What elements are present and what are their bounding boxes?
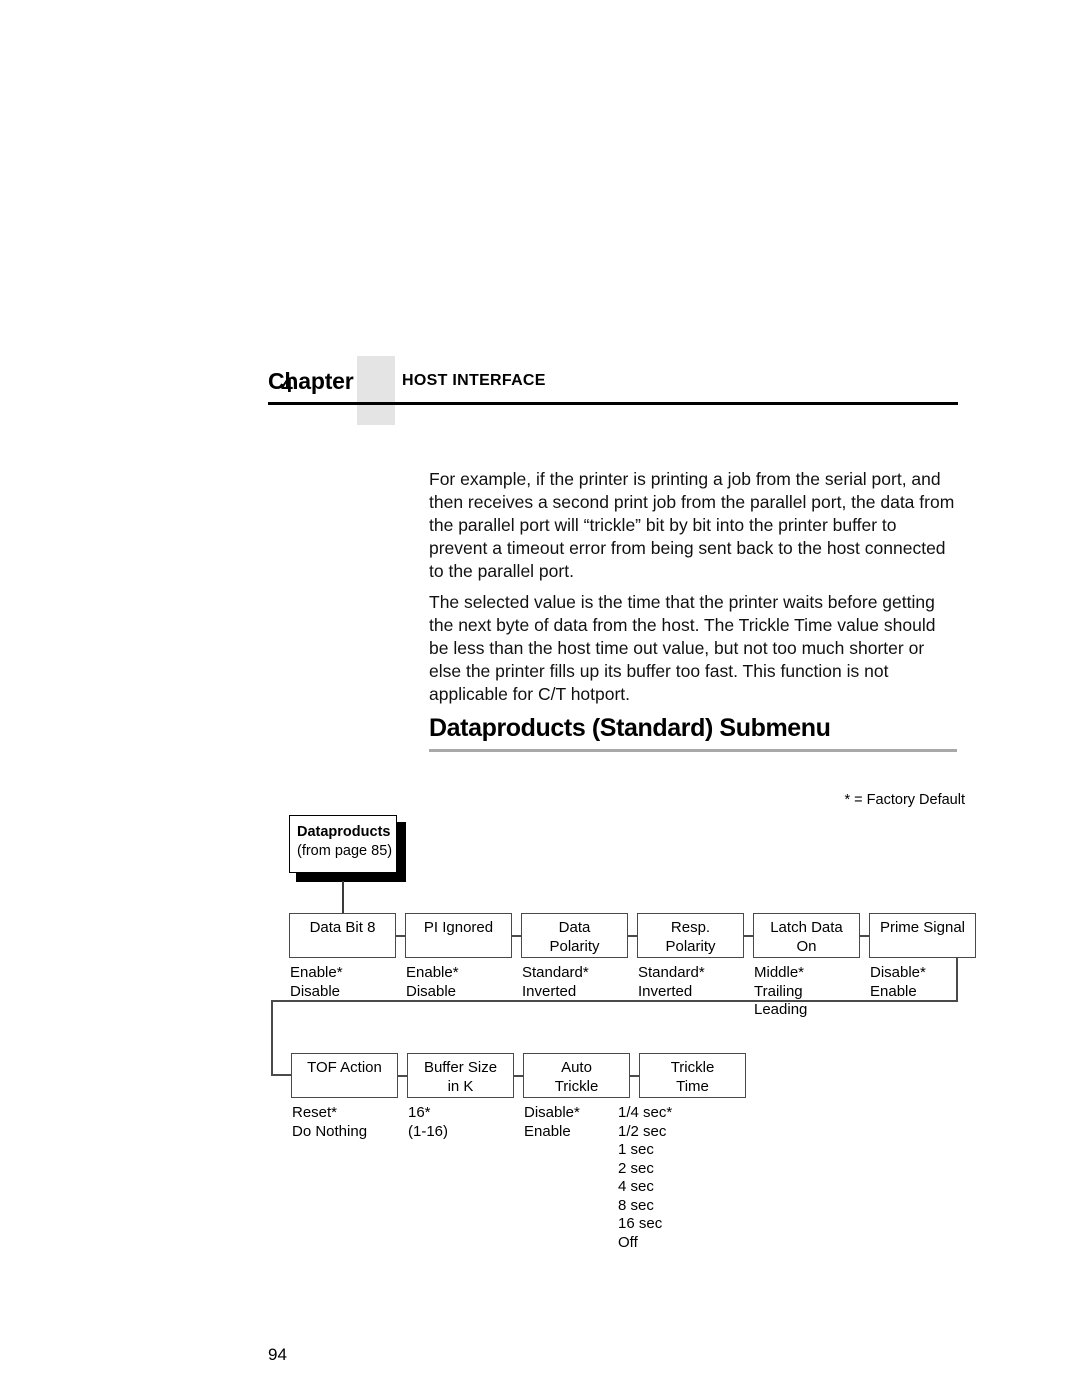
- menu-box-label-line2: Time: [676, 1078, 709, 1095]
- body-paragraph-2: The selected value is the time that the …: [429, 591, 936, 704]
- menu-box-label-line2: Trickle: [554, 1078, 599, 1095]
- options-auto-trickle: Disable* Enable: [524, 1104, 580, 1141]
- options-latch-data-on: Middle* Trailing Leading: [754, 964, 807, 1020]
- options-prime-signal: Disable* Enable: [870, 964, 926, 1001]
- source-box-subtitle: (from page 85): [297, 843, 393, 859]
- menu-box-prime-signal[interactable]: Prime Signal: [869, 913, 976, 958]
- option-item: Reset*: [292, 1104, 338, 1121]
- menu-box-label: Data Bit 8: [309, 919, 376, 936]
- option-item: Inverted: [522, 982, 577, 1000]
- factory-default-legend: * = Factory Default: [844, 792, 965, 808]
- options-data-bit-8: Enable* Disable: [290, 964, 343, 1001]
- menu-box-tof-action[interactable]: TOF Action: [291, 1053, 398, 1098]
- chapter-number-highlight: [357, 356, 395, 425]
- menu-box-label-line2: in K: [447, 1078, 474, 1095]
- menu-box-label: Prime Signal: [879, 919, 966, 936]
- menu-box-pi-ignored[interactable]: PI Ignored: [405, 913, 512, 958]
- option-item: Leading: [754, 1001, 808, 1018]
- option-item: Enable*: [290, 964, 343, 981]
- connector-link-5: [860, 935, 869, 937]
- options-buffer-size: 16* (1-16): [408, 1104, 448, 1141]
- connector-link-3: [628, 935, 637, 937]
- option-item: Do Nothing: [292, 1122, 368, 1140]
- connector-row2-left-stub: [271, 1074, 291, 1076]
- option-item: Middle*: [754, 964, 805, 981]
- option-item: Enable: [524, 1122, 571, 1140]
- option-item: Trailing: [754, 982, 803, 1000]
- menu-box-label-line2: Polarity: [549, 938, 600, 955]
- header-rule: [268, 402, 958, 405]
- connector-link-1: [396, 935, 405, 937]
- menu-box-label-line1: Resp.: [670, 919, 711, 936]
- source-box-dataproducts: Dataproducts (from page 85): [289, 815, 397, 873]
- menu-box-label-line2: On: [796, 938, 817, 955]
- menu-box-resp-polarity[interactable]: Resp. Polarity: [637, 913, 744, 958]
- connector-source-to-row1: [342, 881, 344, 913]
- chapter-title: HOST INTERFACE: [402, 372, 546, 389]
- menu-box-data-bit-8[interactable]: Data Bit 8: [289, 913, 396, 958]
- options-pi-ignored: Enable* Disable: [406, 964, 459, 1001]
- chapter-number: 4: [281, 374, 293, 397]
- menu-box-label-line1: Data: [558, 919, 591, 936]
- menu-box-latch-data-on[interactable]: Latch Data On: [753, 913, 860, 958]
- menu-box-label-line1: Auto: [561, 1059, 592, 1076]
- option-item: Off: [618, 1233, 638, 1251]
- option-item: 16 sec: [618, 1215, 663, 1232]
- options-data-polarity: Standard* Inverted: [522, 964, 589, 1001]
- connector-link-6: [398, 1075, 407, 1077]
- connector-link-7: [514, 1075, 523, 1077]
- option-item: Disable: [406, 982, 457, 1000]
- menu-box-auto-trickle[interactable]: Auto Trickle: [523, 1053, 630, 1098]
- section-heading-rule: [429, 749, 957, 752]
- option-item: Standard*: [638, 964, 705, 981]
- dataproducts-submenu-diagram: * = Factory Default Dataproducts (from p…: [268, 780, 976, 1280]
- connector-link-4: [744, 935, 753, 937]
- body-paragraph-1: For example, if the printer is printing …: [429, 468, 955, 581]
- options-tof-action: Reset* Do Nothing: [292, 1104, 367, 1141]
- connector-row2-horizontal: [271, 1000, 958, 1002]
- menu-box-label-line1: Trickle: [670, 1059, 715, 1076]
- menu-box-label-line1: Buffer Size: [423, 1059, 498, 1076]
- options-trickle-time: 1/4 sec* 1/2 sec 1 sec 2 sec 4 sec 8 sec…: [618, 1104, 672, 1252]
- option-item: 1 sec: [618, 1141, 654, 1158]
- options-resp-polarity: Standard* Inverted: [638, 964, 705, 1001]
- option-item: 16*: [408, 1104, 431, 1121]
- menu-box-buffer-size-in-k[interactable]: Buffer Size in K: [407, 1053, 514, 1098]
- connector-row2-left-down: [271, 1000, 273, 1076]
- option-item: (1-16): [408, 1122, 449, 1140]
- option-item: Enable: [870, 982, 917, 1000]
- menu-box-label-line1: Latch Data: [770, 919, 843, 936]
- menu-box-label: PI Ignored: [423, 919, 494, 936]
- option-item: Enable*: [406, 964, 459, 981]
- menu-box-label: TOF Action: [307, 1059, 382, 1076]
- option-item: Standard*: [522, 964, 589, 981]
- menu-box-data-polarity[interactable]: Data Polarity: [521, 913, 628, 958]
- option-item: 2 sec: [618, 1159, 654, 1177]
- option-item: Disable*: [870, 964, 926, 981]
- section-heading-text: Dataproducts (Standard) Submenu: [429, 714, 831, 742]
- page-header: Chapter 4 HOST INTERFACE: [268, 356, 958, 425]
- section-heading: Dataproducts (Standard) Submenu: [429, 714, 959, 752]
- connector-link-2: [512, 935, 521, 937]
- menu-box-label-line2: Polarity: [665, 938, 716, 955]
- menu-box-trickle-time[interactable]: Trickle Time: [639, 1053, 746, 1098]
- option-item: 8 sec: [618, 1196, 654, 1214]
- option-item: Disable*: [524, 1104, 580, 1121]
- option-item: 1/4 sec*: [618, 1104, 673, 1121]
- page-number: 94: [268, 1345, 287, 1364]
- option-item: 1/2 sec: [618, 1122, 667, 1140]
- connector-link-8: [630, 1075, 639, 1077]
- option-item: 4 sec: [618, 1178, 654, 1195]
- option-item: Inverted: [638, 982, 693, 1000]
- option-item: Disable: [290, 982, 341, 1000]
- source-box-title: Dataproducts: [297, 824, 391, 840]
